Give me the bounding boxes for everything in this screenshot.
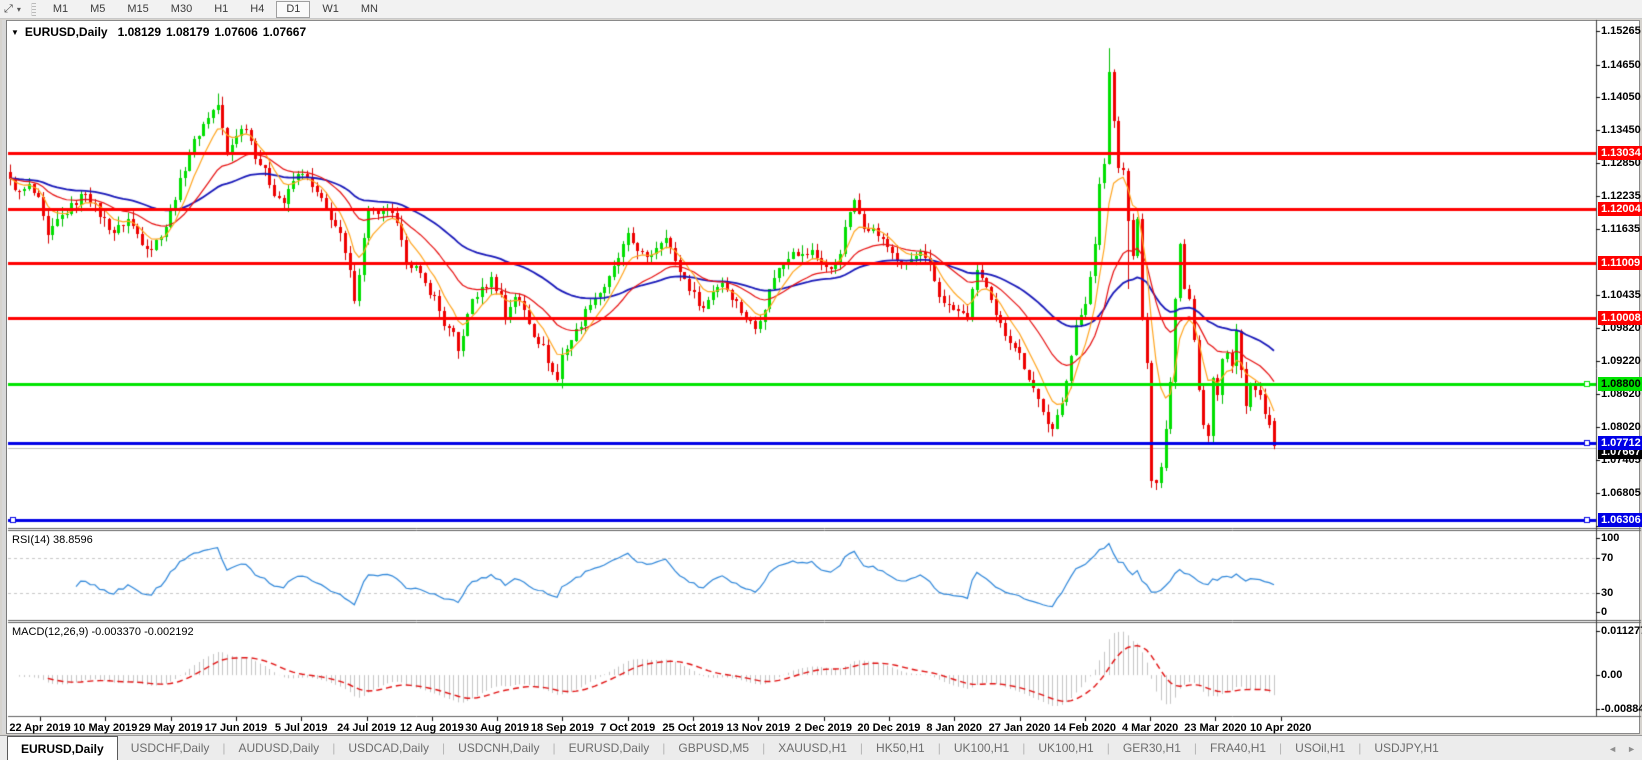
chart-tabs: EURUSD,DailyUSDCHF,Daily|AUDUSD,Daily|US… — [0, 736, 1452, 760]
chart-tab-gbpusd-m5[interactable]: GBPUSD,M5 — [665, 736, 762, 760]
chart-tab-audusd-daily[interactable]: AUDUSD,Daily — [226, 736, 333, 760]
chart-tab-usdjpy-h1[interactable]: USDJPY,H1 — [1361, 736, 1451, 760]
cursor-mode-icon: ⤢ — [4, 4, 13, 15]
timeframe-button-d1[interactable]: D1 — [276, 1, 310, 18]
timeframe-button-h4[interactable]: H4 — [240, 1, 274, 18]
chart-tab-xauusd-h1[interactable]: XAUUSD,H1 — [765, 736, 860, 760]
tab-scroll-arrows: ◄ ► — [1608, 736, 1636, 760]
timeframe-buttons: M1M5M15M30H1H4D1W1MN — [42, 1, 389, 18]
chart-tab-hk50-h1[interactable]: HK50,H1 — [863, 736, 938, 760]
chart-tab-usdcnh-daily[interactable]: USDCNH,Daily — [445, 736, 552, 760]
timeframe-button-w1[interactable]: W1 — [312, 1, 349, 18]
chart-tab-eurusd-daily[interactable]: EURUSD,Daily — [556, 736, 663, 760]
timeframe-button-h1[interactable]: H1 — [204, 1, 238, 18]
timeframe-button-m1[interactable]: M1 — [43, 1, 78, 18]
chart-tab-fra40-h1[interactable]: FRA40,H1 — [1197, 736, 1279, 760]
chart-tab-usoil-h1[interactable]: USOil,H1 — [1282, 736, 1358, 760]
chart-tab-ger30-h1[interactable]: GER30,H1 — [1110, 736, 1194, 760]
cursor-mode-button[interactable]: ⤢ ▾ — [0, 4, 27, 15]
timeframe-button-m5[interactable]: M5 — [80, 1, 115, 18]
chart-tab-bar: EURUSD,DailyUSDCHF,Daily|AUDUSD,Daily|US… — [0, 735, 1642, 760]
chart-tab-uk100-h1[interactable]: UK100,H1 — [941, 736, 1022, 760]
timeframe-button-m15[interactable]: M15 — [117, 1, 158, 18]
chart-tab-uk100-h1[interactable]: UK100,H1 — [1025, 736, 1106, 760]
timeframe-button-m30[interactable]: M30 — [161, 1, 202, 18]
mt4-terminal: ⤢ ▾ M1M5M15M30H1H4D1W1MN ▼EURUSD,Daily1.… — [0, 0, 1642, 760]
price-chart-canvas[interactable] — [0, 0, 1642, 760]
timeframe-toolbar: ⤢ ▾ M1M5M15M30H1H4D1W1MN — [0, 0, 1642, 19]
tab-scroll-left-icon[interactable]: ◄ — [1608, 744, 1617, 754]
tab-scroll-right-icon[interactable]: ► — [1627, 744, 1636, 754]
toolbar-grip-handle[interactable] — [31, 3, 36, 16]
chart-tab-usdchf-daily[interactable]: USDCHF,Daily — [118, 736, 223, 760]
chart-tab-usdcad-daily[interactable]: USDCAD,Daily — [335, 736, 442, 760]
chevron-down-icon[interactable]: ▾ — [17, 5, 21, 14]
chart-tab-eurusd-daily[interactable]: EURUSD,Daily — [7, 736, 118, 760]
timeframe-button-mn[interactable]: MN — [351, 1, 388, 18]
